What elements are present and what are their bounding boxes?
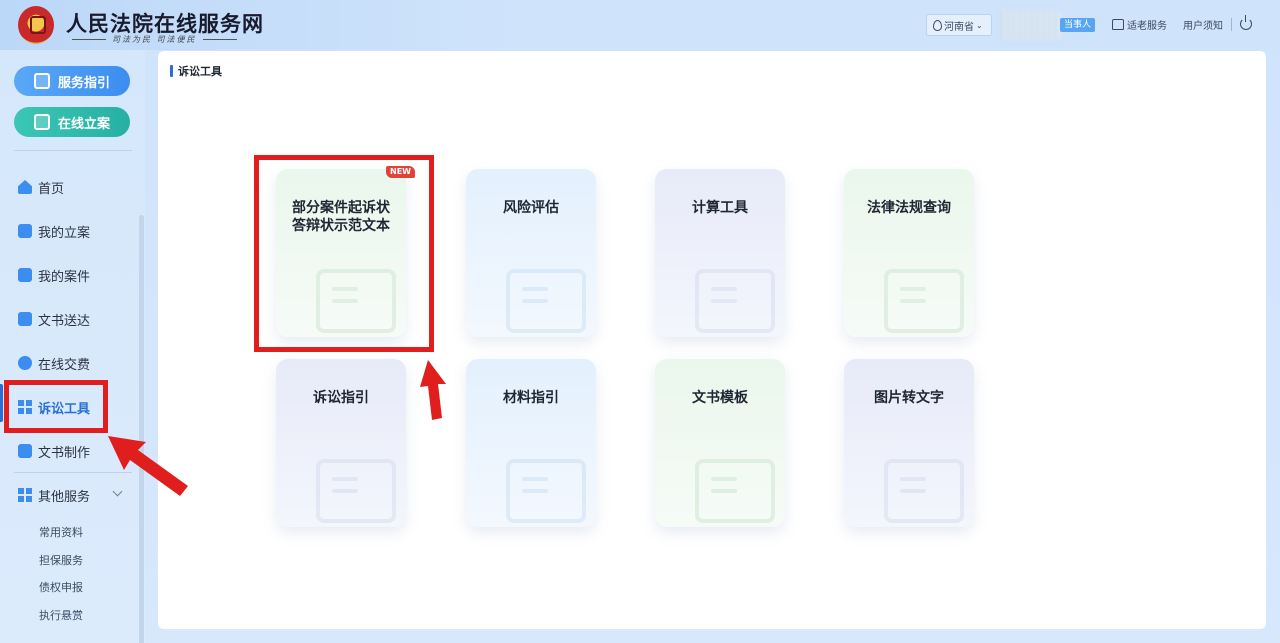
sidebar-divider [14,472,132,473]
top-header: 人民法院在线服务网 司法为民 司法便民 河南省 ⌄ 当事人 适老服务 用户须知 [0,0,1280,50]
highlight-box-nav-item [4,380,108,433]
active-nav-indicator [0,384,3,422]
online-filing-label: 在线立案 [57,116,110,132]
sidebar-subitem[interactable]: 执行悬赏 [39,607,83,623]
tool-card-document-templates[interactable]: 文书模板 [655,359,785,527]
slogan-line-left [72,39,106,40]
header-divider [1231,18,1232,31]
sidebar-divider [14,150,132,151]
service-guide-button[interactable]: 服务指引 [14,66,130,96]
slogan-line-right [202,39,237,40]
sidebar-item-document-delivery[interactable]: 文书送达 [18,309,90,329]
sidebar-item-label: 我的案件 [38,269,91,285]
tool-card-calculator[interactable]: 计算工具 [655,169,785,337]
search-doc-icon [884,269,964,333]
site-slogan: 司法为民 司法便民 [66,34,243,45]
region-label: 河南省 [944,21,974,33]
apps-icon [18,488,32,502]
sidebar-item-document-making[interactable]: 文书制作 [18,441,90,461]
location-pin-icon [933,19,942,31]
highlight-box-tool-card [254,155,434,352]
shirt-icon [1112,19,1124,30]
region-select[interactable]: 河南省 ⌄ [926,14,992,36]
tool-card-label: 诉讼指引 [313,390,369,406]
elderly-service-label: 适老服务 [1127,21,1167,32]
files-icon [506,459,586,523]
guide-icon [33,73,50,89]
home-icon [18,180,32,194]
clipboard-check-icon [506,269,586,333]
gavel-icon [316,459,396,523]
tool-card-label: 材料指引 [503,390,559,406]
tool-card-label: 图片转文字 [874,390,944,406]
sidebar-item-label: 文书制作 [38,445,91,461]
breadcrumb-marker [170,65,173,77]
sidebar-subitem[interactable]: 常用资料 [39,524,83,540]
tool-card-litigation-guide[interactable]: 诉讼指引 [276,359,406,527]
sidebar-item-home[interactable]: 首页 [18,177,64,197]
page-title: 诉讼工具 [178,65,222,78]
document-icon [18,444,32,458]
sidebar-item-label: 在线交费 [38,357,91,373]
template-icon [695,459,775,523]
tool-card-label: 风险评估 [503,200,559,216]
user-name-blurred[interactable] [1000,10,1060,40]
tool-card-law-search[interactable]: 法律法规查询 [844,169,974,337]
user-notice-label: 用户须知 [1183,21,1223,32]
court-emblem-logo [18,6,54,44]
sidebar-item-online-payment[interactable]: 在线交费 [18,353,90,373]
sidebar-item-label: 其他服务 [38,489,91,505]
online-filing-button[interactable]: 在线立案 [14,107,130,137]
sidebar-item-label: 文书送达 [38,313,91,329]
sidebar-item-label: 首页 [38,181,65,197]
tool-card-risk-assessment[interactable]: 风险评估 [466,169,596,337]
sidebar-subitem[interactable]: 债权申报 [39,579,83,595]
edit-icon [33,114,50,130]
tool-card-label: 计算工具 [692,200,748,216]
tool-card-label: 法律法规查询 [867,200,951,216]
sidebar-subitem[interactable]: 担保服务 [39,552,83,568]
elderly-service-link[interactable]: 适老服务 [1112,17,1167,32]
power-icon[interactable] [1240,15,1252,30]
tool-card-image-to-text[interactable]: 图片转文字 [844,359,974,527]
role-badge: 当事人 [1060,18,1096,32]
slogan-text: 司法为民 司法便民 [112,35,197,44]
coin-icon [18,356,32,370]
tool-card-material-guide[interactable]: 材料指引 [466,359,596,527]
message-icon [18,312,32,326]
sidebar-item-my-filings[interactable]: 我的立案 [18,221,90,241]
user-notice-link[interactable]: 用户须知 [1183,17,1223,32]
sidebar-item-my-cases[interactable]: 我的案件 [18,265,90,285]
edit-doc-icon [18,224,32,238]
translate-icon [884,459,964,523]
calculator-icon [695,269,775,333]
sidebar-item-other-services[interactable]: 其他服务 [18,485,90,505]
service-guide-label: 服务指引 [57,75,110,91]
chevron-down-icon: ⌄ [976,20,983,30]
sidebar-item-label: 我的立案 [38,225,91,241]
tool-card-label: 文书模板 [692,390,748,406]
breadcrumb: 诉讼工具 [170,63,222,79]
clipboard-icon [18,268,32,282]
sidebar-scrollbar[interactable] [139,215,144,643]
